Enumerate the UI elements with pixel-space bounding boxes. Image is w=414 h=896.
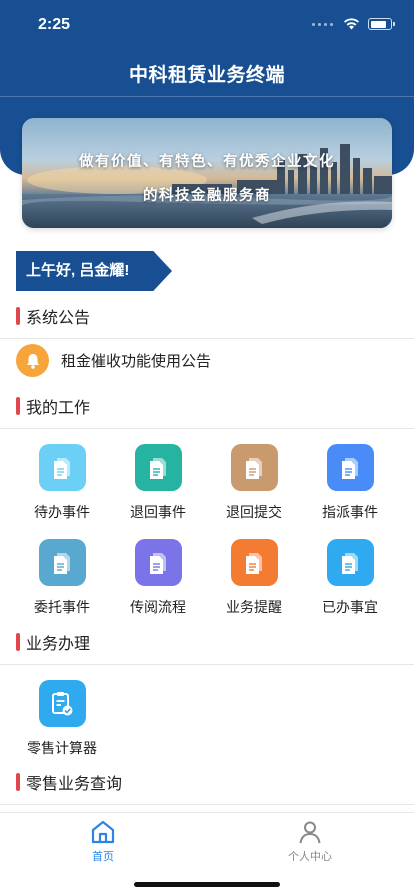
calculator-clipboard-icon [38,680,86,727]
document-icon [38,444,86,491]
section-business: 业务办理 [16,632,91,653]
delegated-events-button[interactable]: 委托事件 [22,539,102,619]
signal-icon [312,22,333,26]
returned-submit-label: 退回提交 [226,505,282,521]
business-reminder-label: 业务提醒 [226,600,282,616]
completed-items-label: 已办事宜 [322,600,378,616]
document-icon [326,539,374,586]
divider [0,338,414,339]
banner-image[interactable]: 做有价值、有特色、有优秀企业文化 的科技金融服务商 [22,118,392,228]
status-bar: 2:25 [0,0,414,48]
retail-calculator-button[interactable]: 零售计算器 [22,680,102,760]
document-icon [134,444,182,491]
user-icon [299,821,321,844]
document-icon [230,444,278,491]
circulation-flow-label: 传阅流程 [130,600,186,616]
completed-items-button[interactable]: 已办事宜 [310,539,390,619]
business-reminder-button[interactable]: 业务提醒 [214,539,294,619]
circulation-flow-button[interactable]: 传阅流程 [118,539,198,619]
todo-events-button[interactable]: 待办事件 [22,444,102,524]
status-time: 2:25 [38,16,71,33]
returned-submit-button[interactable]: 退回提交 [214,444,294,524]
assigned-events-button[interactable]: 指派事件 [310,444,390,524]
assigned-events-label: 指派事件 [322,505,378,521]
status-icons [312,18,395,30]
announcement-text: 租金催收功能使用公告 [61,352,212,370]
section-my-work: 我的工作 [16,396,91,417]
section-title-announcements: 系统公告 [26,308,91,327]
battery-icon [368,18,395,30]
document-icon [230,539,278,586]
section-title-business: 业务办理 [26,634,91,653]
document-icon [326,444,374,491]
document-icon [38,539,86,586]
returned-events-label: 退回事件 [130,505,186,521]
divider [0,804,414,805]
section-title-retail-query: 零售业务查询 [26,774,123,793]
returned-events-button[interactable]: 退回事件 [118,444,198,524]
city-skyline-illustration [22,144,392,228]
document-icon [134,539,182,586]
tab-profile[interactable]: 个人中心 [250,819,370,864]
bell-icon [16,344,49,377]
section-announcements: 系统公告 [16,306,91,327]
section-accent-bar [16,307,20,325]
delegated-events-label: 委托事件 [34,600,90,616]
tab-home[interactable]: 首页 [43,819,163,864]
home-icon [91,820,115,844]
wifi-icon [344,18,359,30]
page-title: 中科租赁业务终端 [128,64,285,86]
retail-calculator-label: 零售计算器 [27,741,97,757]
section-title-my-work: 我的工作 [26,398,91,417]
tab-profile-label: 个人中心 [288,850,332,863]
announcement-item[interactable]: 租金催收功能使用公告 [16,344,211,377]
banner-slogan-line2: 的科技金融服务商 [143,187,271,204]
divider [0,428,414,429]
tab-home-label: 首页 [92,850,114,863]
section-accent-bar [16,633,20,651]
banner-slogan-line1: 做有价值、有特色、有优秀企业文化 [79,153,335,170]
home-indicator [134,882,280,887]
greeting-banner: 上午好, 吕金耀! [16,251,172,291]
divider [0,664,414,665]
section-retail-query: 零售业务查询 [16,772,123,793]
section-accent-bar [16,397,20,415]
todo-events-label: 待办事件 [34,505,90,521]
header-divider [0,96,414,97]
section-accent-bar [16,773,20,791]
